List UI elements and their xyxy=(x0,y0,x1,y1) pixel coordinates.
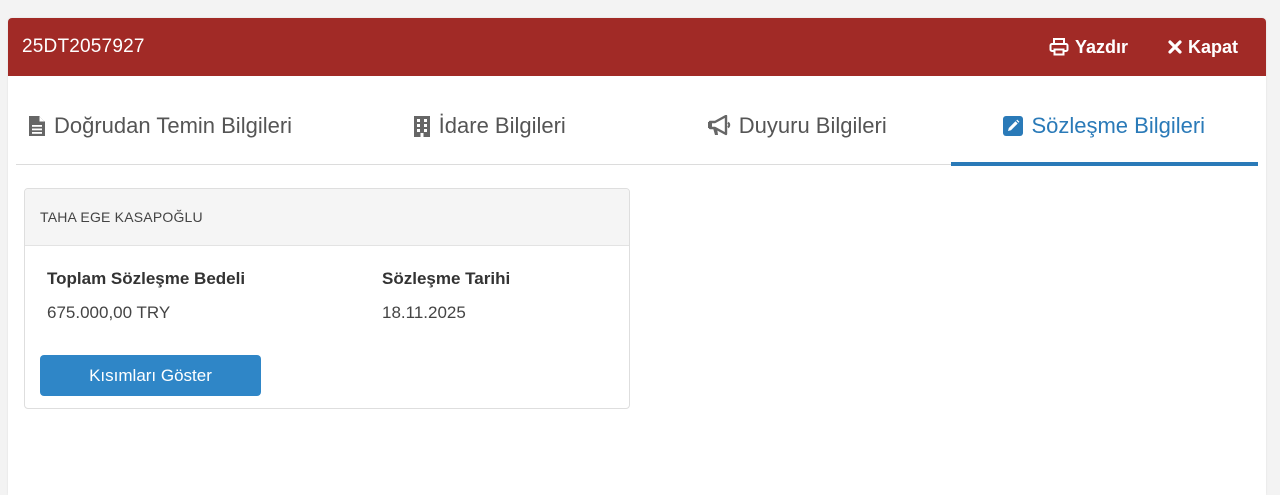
megaphone-icon xyxy=(707,115,731,137)
total-amount-label: Toplam Sözleşme Bedeli xyxy=(47,269,246,288)
tab-label: Duyuru Bilgileri xyxy=(738,113,887,138)
edit-icon xyxy=(1003,116,1024,136)
tab-direct-procurement[interactable]: Doğrudan Temin Bilgileri xyxy=(16,76,336,164)
contract-date-label: Sözleşme Tarihi xyxy=(382,269,511,288)
tab-label: Doğrudan Temin Bilgileri xyxy=(54,113,293,138)
tab-administration[interactable]: İdare Bilgileri xyxy=(336,76,644,164)
total-amount-value: 675.000,00 TRY xyxy=(47,303,171,322)
contractor-name: TAHA EGE KASAPOĞLU xyxy=(25,189,629,246)
file-text-icon xyxy=(28,115,46,137)
modal-header: 25DT2057927 Yazdır Kapat xyxy=(8,18,1266,76)
tab-bar: Doğrudan Temin Bilgileri İdare Bilgileri xyxy=(16,76,1259,166)
tab-contract[interactable]: Sözleşme Bilgileri xyxy=(950,76,1259,166)
show-parts-button[interactable]: Kısımları Göster xyxy=(40,355,261,396)
print-label: Yazdır xyxy=(1074,36,1128,57)
contract-card: TAHA EGE KASAPOĞLU Toplam Sözleşme Bedel… xyxy=(24,188,630,409)
tab-announcement[interactable]: Duyuru Bilgileri xyxy=(643,76,951,164)
building-icon xyxy=(413,115,431,137)
contract-date-field: Sözleşme Tarihi 18.11.2025 xyxy=(382,269,510,323)
close-button[interactable]: Kapat xyxy=(1168,37,1238,58)
tender-detail-modal: 25DT2057927 Yazdır Kapat Doğrudan Temin … xyxy=(8,18,1266,495)
contract-date-value: 18.11.2025 xyxy=(382,303,466,322)
tab-label: Sözleşme Bilgileri xyxy=(1031,113,1206,138)
tab-label: İdare Bilgileri xyxy=(438,113,566,138)
header-actions: Yazdır Kapat xyxy=(1049,37,1238,58)
printer-icon xyxy=(1049,38,1069,56)
print-button[interactable]: Yazdır xyxy=(1049,37,1128,58)
total-amount-field: Toplam Sözleşme Bedeli 675.000,00 TRY xyxy=(47,269,245,323)
close-icon xyxy=(1168,40,1182,54)
record-id: 25DT2057927 xyxy=(22,36,145,57)
close-label: Kapat xyxy=(1187,36,1238,57)
contract-card-body: Toplam Sözleşme Bedeli 675.000,00 TRY Sö… xyxy=(25,246,629,408)
